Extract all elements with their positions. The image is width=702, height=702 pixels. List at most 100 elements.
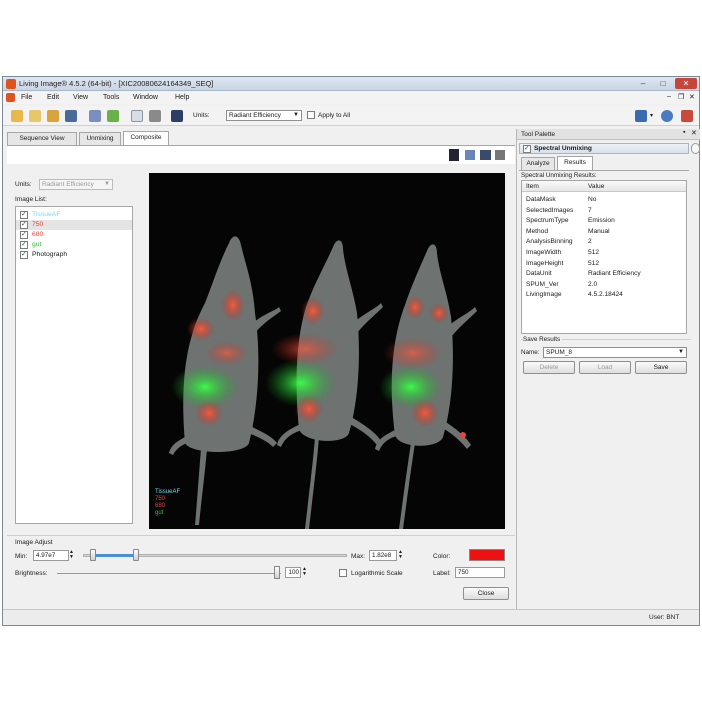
image-checkbox-680[interactable] [20, 230, 28, 239]
minimize-button[interactable]: – [635, 78, 651, 89]
row-item: AnalysisBinning [526, 238, 573, 246]
tab-results[interactable]: Results [557, 156, 593, 170]
chevron-down-icon: ▼ [104, 181, 110, 187]
image-checkbox-photograph[interactable] [20, 250, 28, 259]
menu-view[interactable]: View [73, 94, 88, 101]
page-icon[interactable] [131, 110, 143, 122]
table-row: SelectedImages 7 [522, 206, 688, 217]
row-item: Method [526, 227, 548, 235]
min-stepper[interactable]: ▲ ▼ [69, 550, 74, 560]
inner-minimize-button[interactable]: – [667, 93, 671, 100]
tool-palette: Tool Palette ▪ ✕ Spectral Unmixing Analy… [516, 129, 700, 609]
maximize-button[interactable]: □ [655, 78, 671, 89]
units-select-value: Radiant Efficiency [229, 112, 281, 119]
row-value: 4.5.2.18424 [588, 291, 623, 299]
camera-icon[interactable] [635, 110, 647, 122]
tab-unmixing[interactable]: Unmixing [79, 132, 121, 145]
name-select[interactable]: SPUM_8 ▼ [543, 347, 687, 358]
row-value: 2 [588, 238, 592, 246]
copy-icon[interactable] [89, 110, 101, 122]
row-item: DataMask [526, 196, 556, 203]
spectral-unmixing-section[interactable]: Spectral Unmixing [519, 143, 689, 154]
name-label: Name: [521, 349, 540, 356]
row-value: Radiant Efficiency [588, 270, 641, 278]
tag-icon[interactable] [107, 110, 119, 122]
min-slider-handle[interactable] [90, 549, 96, 561]
browse-icon[interactable] [47, 110, 59, 122]
row-item: LivingImage [526, 291, 562, 299]
print-icon[interactable] [495, 150, 505, 160]
table-row: SpectrumType Emission [522, 216, 688, 227]
list-item[interactable]: 750 [16, 220, 132, 230]
row-item: SpectrumType [526, 217, 569, 225]
section-title: Spectral Unmixing [534, 145, 592, 152]
image-checkbox-750[interactable] [20, 220, 28, 229]
inner-close-button[interactable]: ✕ [689, 93, 695, 101]
menu-window[interactable]: Window [133, 94, 158, 101]
window-title: Living Image® 4.5.2 (64-bit) - [XIC20080… [19, 79, 214, 88]
units-select[interactable]: Radiant Efficiency ▼ [226, 110, 302, 121]
menu-file[interactable]: File [21, 94, 32, 101]
collapse-icon[interactable] [691, 143, 700, 154]
row-value: 2.0 [588, 280, 598, 288]
legend-tissueaf: TissueAF [155, 489, 181, 495]
menu-help[interactable]: Help [175, 94, 189, 101]
user-icon[interactable] [661, 110, 673, 122]
exit-icon[interactable] [681, 110, 693, 122]
tab-composite[interactable]: Composite [123, 131, 169, 145]
table-row: LivingImage 4.5.2.18424 [522, 290, 688, 301]
brightness-stepper[interactable]: ▲ ▼ [302, 567, 307, 577]
table-row: SPUM_Ver 2.0 [522, 280, 688, 291]
status-bar: User: BNT [3, 609, 699, 625]
image-label-750: 750 [32, 221, 44, 228]
color-swatch[interactable] [469, 549, 505, 561]
load-button[interactable]: Load [579, 361, 631, 374]
tab-analyze[interactable]: Analyze [521, 157, 555, 170]
delete-button[interactable]: Delete [523, 361, 575, 374]
help-pointer-icon[interactable] [171, 110, 183, 122]
image-thumb-icon[interactable] [449, 149, 459, 161]
chevron-down-icon[interactable]: ▾ [650, 112, 653, 119]
log-scale-checkbox[interactable] [339, 569, 347, 577]
image-adjust-title: Image Adjust [15, 539, 53, 546]
row-value: 512 [588, 249, 600, 256]
save-icon[interactable] [65, 110, 77, 122]
menu-tools[interactable]: Tools [103, 94, 119, 101]
apply-to-all-checkbox[interactable] [307, 111, 315, 119]
min-input[interactable]: 4.97e7 [33, 550, 69, 561]
main-area: Sequence View Unmixing Composite Units: … [3, 129, 515, 609]
print-icon[interactable] [149, 110, 161, 122]
copy-image-icon[interactable] [465, 150, 475, 160]
export-icon[interactable] [480, 150, 491, 160]
max-slider-handle[interactable] [133, 549, 139, 561]
menu-edit[interactable]: Edit [47, 94, 59, 101]
header-value: Value [588, 183, 605, 190]
composite-image[interactable]: TissueAF 750 680 gut [149, 173, 505, 529]
left-units-select: Radiant Efficiency ▼ [39, 179, 113, 190]
results-table: Item Value DataMask No SelectedImages 7 Spec… [521, 180, 687, 334]
image-checkbox-tissueaf[interactable] [20, 210, 28, 219]
max-input[interactable]: 1.82e8 [369, 550, 397, 561]
close-button[interactable]: Close [463, 587, 509, 600]
min-label: Min: [15, 553, 28, 560]
close-window-button[interactable]: ✕ [675, 78, 697, 89]
brightness-input[interactable]: 100 [285, 567, 301, 578]
save-button[interactable]: Save [635, 361, 687, 374]
row-value: 512 [588, 259, 600, 267]
brightness-slider-track[interactable] [57, 573, 281, 574]
pin-icon[interactable]: ▪ [683, 129, 685, 136]
open-sequence-icon[interactable] [29, 110, 41, 122]
label-input[interactable]: 750 [455, 567, 505, 578]
image-checkbox-gut[interactable] [20, 240, 28, 249]
section-checkbox[interactable] [523, 144, 531, 153]
table-row: DataUnit Radiant Efficiency [522, 269, 688, 280]
apply-to-all-label: Apply to All [318, 112, 351, 119]
inner-restore-button[interactable]: ❐ [678, 93, 684, 101]
close-icon[interactable]: ✕ [691, 129, 697, 137]
brightness-slider-handle[interactable] [274, 566, 280, 579]
max-stepper[interactable]: ▲ ▼ [398, 550, 403, 560]
open-folder-icon[interactable] [11, 110, 23, 122]
tab-sequence-view[interactable]: Sequence View [7, 132, 77, 145]
tool-palette-header: Tool Palette ▪ ✕ [517, 129, 700, 140]
status-user: User: BNT [649, 614, 680, 621]
